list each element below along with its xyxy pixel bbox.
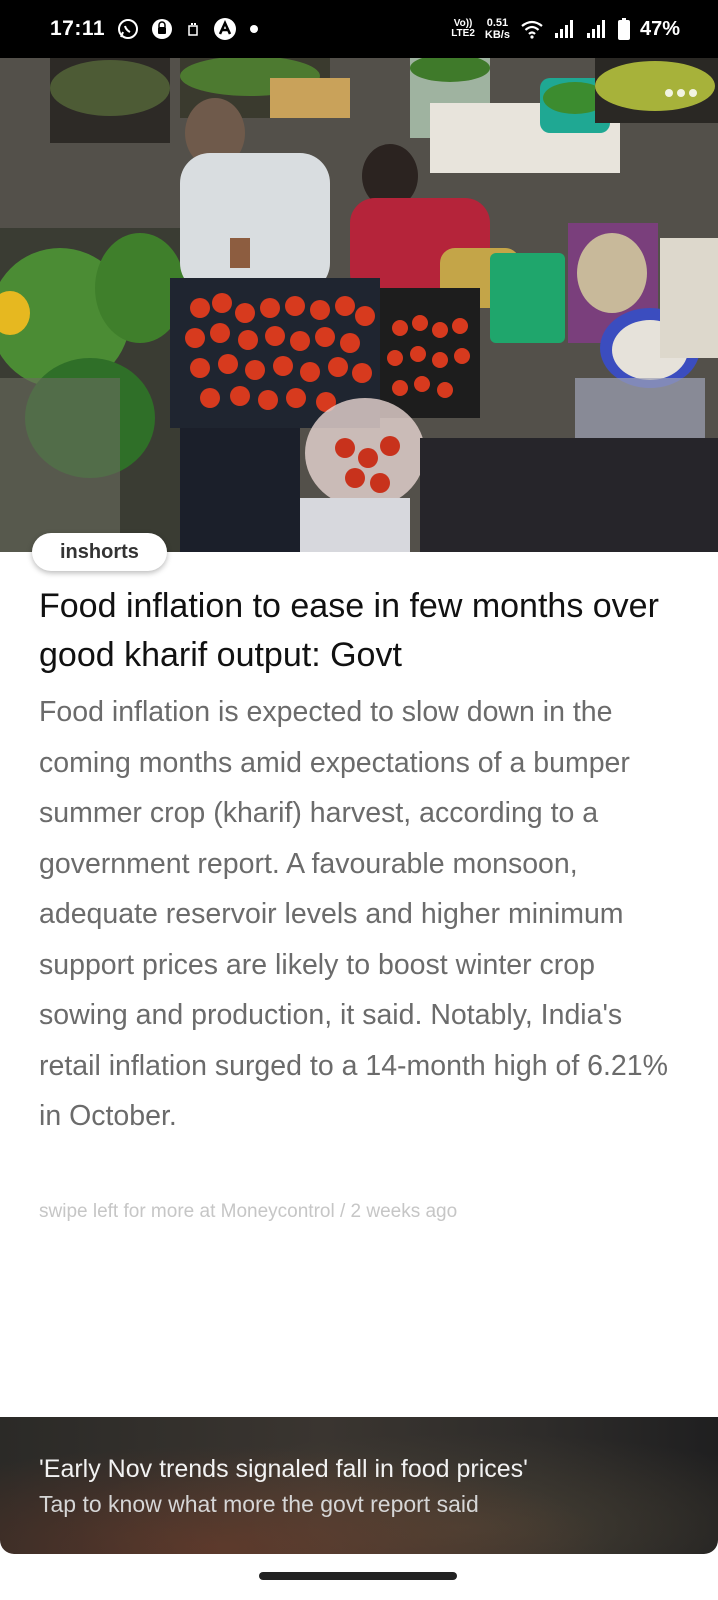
swipe-hint[interactable]: swipe left for more at Moneycontrol / 2 … xyxy=(39,1201,457,1223)
notification-icon xyxy=(151,18,173,40)
status-bar: 17:11 Vo)) LTE2 0.51 KB/s 47% xyxy=(0,0,718,58)
sim-icon xyxy=(185,21,201,37)
status-right: Vo)) LTE2 0.51 KB/s 47% xyxy=(451,17,680,41)
signal-icon xyxy=(586,19,608,39)
banner-subtitle: Tap to know what more the govt report sa… xyxy=(39,1491,479,1517)
article-headline: Food inflation to ease in few months ove… xyxy=(39,587,659,674)
more-options-icon[interactable] xyxy=(664,88,698,98)
speed-value: 0.51 xyxy=(486,17,509,29)
banner-title: 'Early Nov trends signaled fall in food … xyxy=(39,1455,528,1483)
dot-icon xyxy=(249,24,259,34)
battery-icon xyxy=(617,18,630,40)
related-story-banner[interactable]: 'Early Nov trends signaled fall in food … xyxy=(0,1417,718,1554)
article-image[interactable] xyxy=(0,58,718,552)
signal-icon xyxy=(554,19,576,39)
speed-unit: KB/s xyxy=(484,29,510,41)
network-speed: 0.51 KB/s xyxy=(485,17,510,41)
whatsapp-icon xyxy=(117,18,139,40)
lte-label: LTE2 xyxy=(451,28,475,39)
article-body: Food inflation is expected to slow down … xyxy=(39,696,668,1132)
home-indicator[interactable] xyxy=(259,1572,457,1580)
market-scene-illustration xyxy=(0,58,718,552)
app-icon xyxy=(213,17,237,41)
status-left: 17:11 xyxy=(50,17,259,41)
volte-indicator: Vo)) LTE2 xyxy=(451,19,475,39)
wifi-icon xyxy=(520,19,544,39)
battery-percent: 47% xyxy=(639,17,680,40)
clock: 17:11 xyxy=(50,17,106,40)
source-badge[interactable]: inshorts xyxy=(32,533,167,571)
